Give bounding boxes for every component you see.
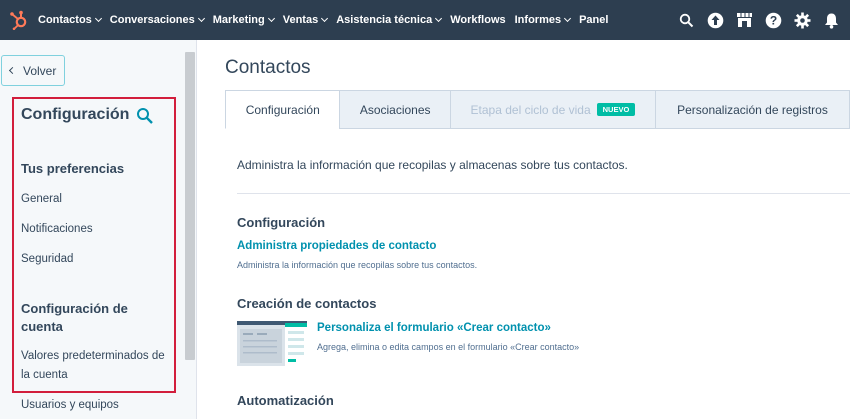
section-heading-creacion: Creación de contactos bbox=[237, 296, 377, 311]
settings-icon[interactable] bbox=[793, 11, 811, 29]
tab-label: Asociaciones bbox=[359, 102, 431, 117]
nav-item-informes[interactable]: Informes bbox=[514, 14, 572, 26]
page-title: Contactos bbox=[225, 57, 311, 78]
sidebar-item-general[interactable]: General bbox=[21, 190, 62, 209]
tab-label: Personalización de registros bbox=[677, 102, 828, 117]
help-icon[interactable]: ? bbox=[764, 11, 782, 29]
new-badge: NUEVO bbox=[596, 103, 636, 116]
hubspot-logo-icon[interactable] bbox=[9, 10, 29, 30]
nav-label: Panel bbox=[579, 14, 609, 26]
chevron-left-icon bbox=[8, 66, 17, 75]
nav-label: Asistencia técnica bbox=[336, 14, 433, 26]
nav-label: Conversaciones bbox=[109, 14, 195, 26]
chevron-down-icon bbox=[564, 14, 572, 23]
intro-text: Administra la información que recopilas … bbox=[237, 158, 628, 172]
tab-label: Etapa del ciclo de vida bbox=[470, 102, 591, 117]
nav-item-contactos[interactable]: Contactos bbox=[38, 14, 102, 26]
nav-item-panel[interactable]: Panel bbox=[579, 14, 608, 26]
back-label: Volver bbox=[23, 63, 57, 78]
sidebar-scrollbar[interactable] bbox=[185, 52, 195, 360]
sidebar-section-preferences: Tus preferencias bbox=[21, 161, 125, 176]
sidebar-item-seguridad[interactable]: Seguridad bbox=[21, 250, 73, 269]
chevron-down-icon bbox=[94, 14, 102, 23]
sidebar-title: Configuración bbox=[21, 106, 130, 123]
divider bbox=[237, 193, 850, 194]
nav-label: Workflows bbox=[450, 14, 506, 26]
nav-item-conversaciones[interactable]: Conversaciones bbox=[109, 14, 205, 26]
chevron-down-icon bbox=[267, 14, 275, 23]
back-button[interactable]: Volver bbox=[1, 55, 65, 86]
sidebar-item-notificaciones[interactable]: Notificaciones bbox=[21, 220, 93, 239]
tab-label: Configuración bbox=[245, 102, 320, 117]
nav-label: Ventas bbox=[282, 14, 319, 26]
marketplace-icon[interactable] bbox=[735, 11, 753, 29]
tab-etapa-ciclo-vida[interactable]: Etapa del ciclo de vida NUEVO bbox=[449, 90, 656, 129]
sidebar-section-account: Configuración de cuenta bbox=[21, 301, 128, 334]
tab-asociaciones[interactable]: Asociaciones bbox=[339, 90, 451, 129]
sidebar-item-valores[interactable]: Valores predeterminados de la cuenta bbox=[21, 347, 171, 385]
notifications-icon[interactable] bbox=[822, 11, 840, 29]
svg-text:?: ? bbox=[769, 13, 776, 27]
nav-item-ventas[interactable]: Ventas bbox=[282, 14, 329, 26]
nav-item-asistencia[interactable]: Asistencia técnica bbox=[336, 14, 443, 26]
section-heading-configuracion: Configuración bbox=[237, 215, 326, 230]
tab-bar: Configuración Asociaciones Etapa del cic… bbox=[225, 90, 850, 129]
nav-item-marketing[interactable]: Marketing bbox=[212, 14, 275, 26]
upgrade-icon[interactable] bbox=[706, 11, 724, 29]
tab-configuracion[interactable]: Configuración bbox=[225, 90, 341, 129]
search-icon[interactable] bbox=[677, 11, 695, 29]
section-heading-automatizacion: Automatización bbox=[237, 393, 334, 408]
chevron-down-icon bbox=[321, 14, 329, 23]
nav-item-workflows[interactable]: Workflows bbox=[450, 14, 505, 26]
nav-label: Informes bbox=[514, 14, 562, 26]
customize-form-description: Agrega, elimina o edita campos en el for… bbox=[317, 342, 580, 352]
customize-form-link[interactable]: Personaliza el formulario «Crear contact… bbox=[317, 322, 551, 334]
search-icon[interactable] bbox=[136, 107, 154, 125]
manage-properties-link[interactable]: Administra propiedades de contacto bbox=[237, 240, 436, 252]
nav-label: Contactos bbox=[38, 14, 92, 26]
form-preview-thumbnail bbox=[237, 321, 307, 366]
tab-personalizacion[interactable]: Personalización de registros bbox=[654, 90, 850, 129]
chevron-down-icon bbox=[435, 14, 443, 23]
chevron-down-icon bbox=[197, 14, 205, 23]
sidebar-item-usuarios[interactable]: Usuarios y equipos bbox=[21, 396, 119, 415]
top-nav: Contactos Conversaciones Marketing Venta… bbox=[0, 0, 850, 40]
nav-label: Marketing bbox=[212, 14, 265, 26]
manage-properties-description: Administra la información que recopilas … bbox=[237, 260, 478, 270]
